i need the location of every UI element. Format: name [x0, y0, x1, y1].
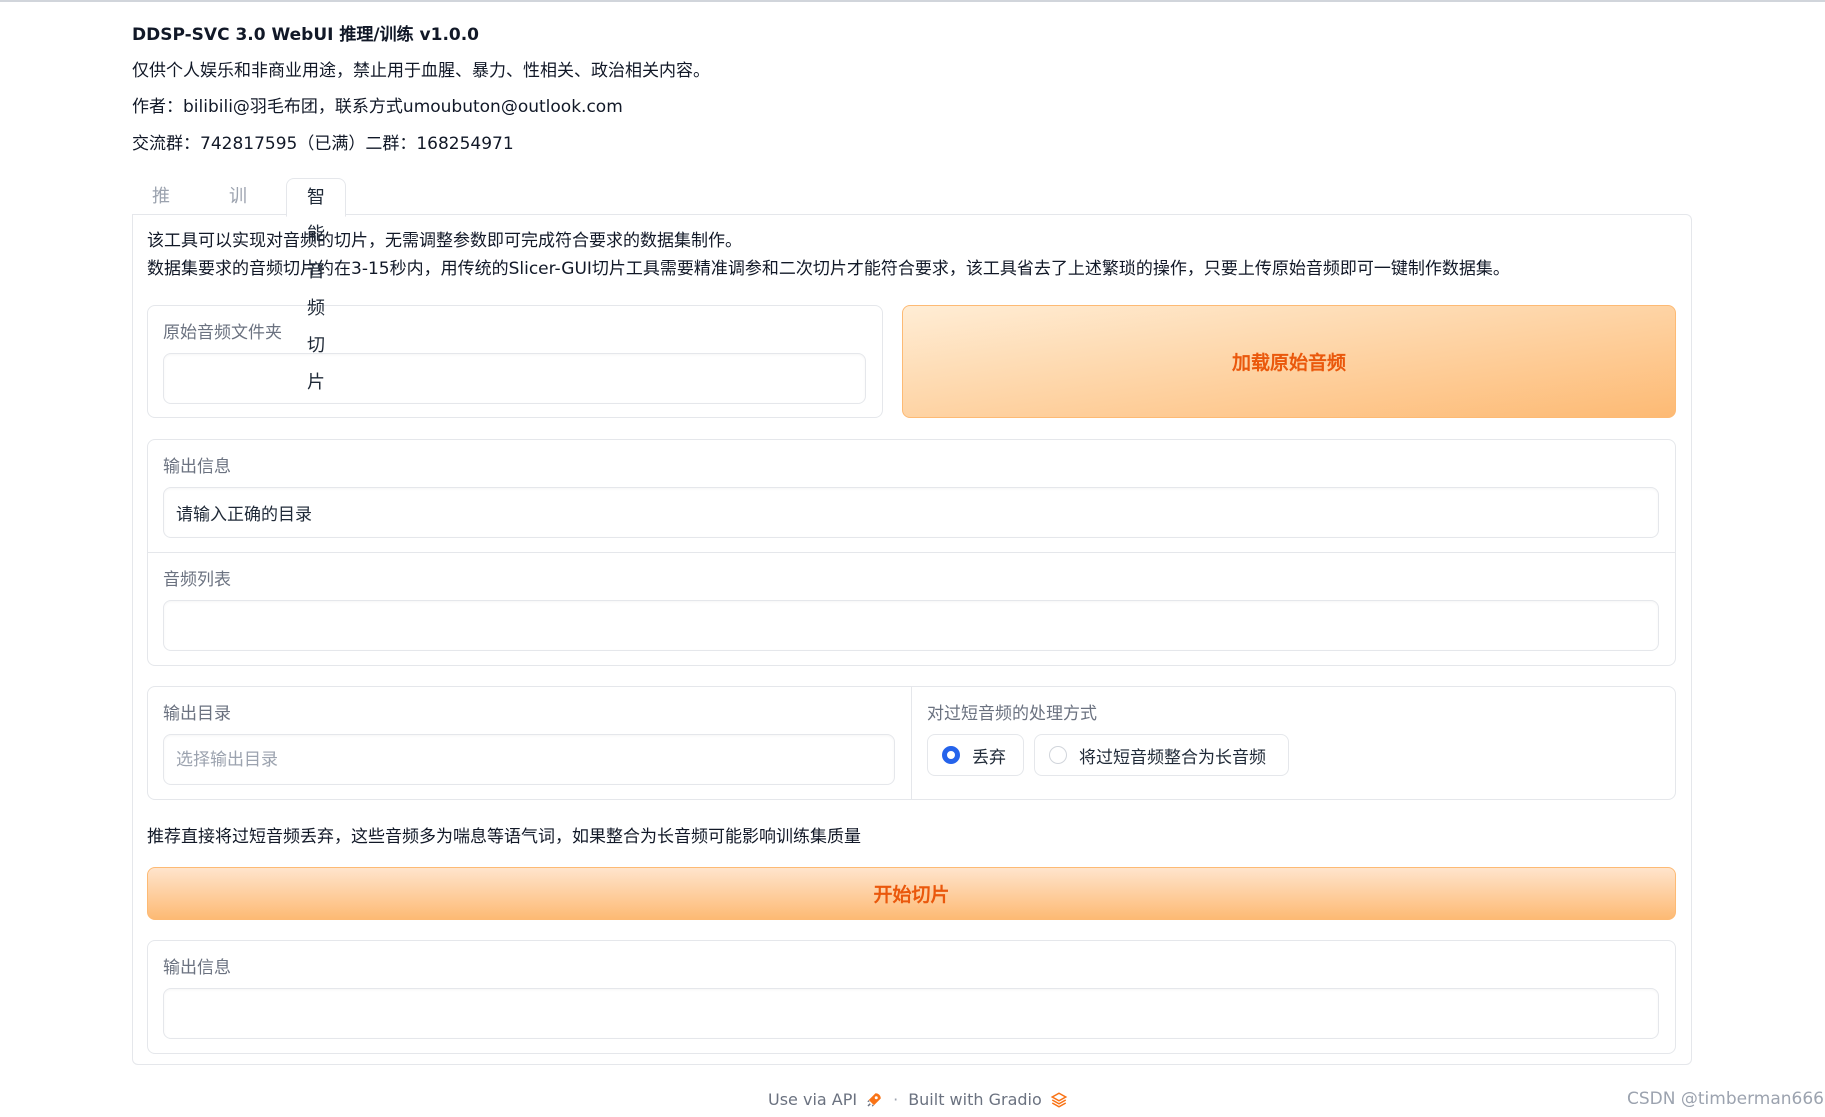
csdn-watermark: CSDN @timberman666: [1627, 1089, 1824, 1109]
use-via-api-link[interactable]: Use via API: [768, 1090, 857, 1109]
output-info-label: 输出信息: [163, 457, 231, 477]
app-title: DDSP-SVC 3.0 WebUI 推理/训练 v1.0.0: [132, 25, 480, 45]
short-audio-label: 对过短音频的处理方式: [927, 704, 1097, 724]
tab-infer[interactable]: 推理: [152, 178, 170, 244]
source-folder-label: 原始音频文件夹: [163, 323, 282, 343]
built-with-gradio-link[interactable]: Built with Gradio: [908, 1090, 1042, 1109]
result-info-label: 输出信息: [163, 958, 231, 978]
tab-train[interactable]: 训练: [229, 178, 247, 244]
radio-checked-icon: [942, 746, 960, 764]
rocket-icon: [867, 1092, 881, 1107]
tool-description-1: 该工具可以实现对音频的切片，无需调整参数即可完成符合要求的数据集制作。: [147, 231, 742, 251]
load-audio-button[interactable]: 加载原始音频: [902, 305, 1676, 418]
result-info-field[interactable]: [163, 988, 1659, 1039]
source-folder-input[interactable]: [163, 353, 866, 404]
tab-smart-slice[interactable]: 智能音频切片: [286, 178, 346, 393]
start-slice-button[interactable]: 开始切片: [147, 867, 1676, 920]
output-info-field[interactable]: [163, 487, 1659, 538]
audio-list-field[interactable]: [163, 600, 1659, 651]
top-border: [0, 0, 1825, 2]
group-info: 交流群：742817595（已满）二群：168254971: [132, 134, 514, 154]
radio-option-label: 将过短音频整合为长音频: [1079, 747, 1266, 768]
footer: Use via API · Built with Gradio: [768, 1090, 1068, 1109]
output-dir-label: 输出目录: [163, 704, 231, 724]
radio-option-merge[interactable]: 将过短音频整合为长音频: [1034, 734, 1289, 776]
radio-option-label: 丢弃: [972, 747, 1006, 768]
block-divider: [148, 552, 1675, 553]
radio-option-discard[interactable]: 丢弃: [927, 734, 1024, 776]
output-dir-input[interactable]: [163, 734, 895, 785]
tool-description-2: 数据集要求的音频切片约在3-15秒内，用传统的Slicer-GUI切片工具需要精…: [147, 259, 1510, 279]
short-audio-hint: 推荐直接将过短音频丢弃，这些音频多为喘息等语气词，如果整合为长音频可能影响训练集…: [147, 827, 861, 847]
options-divider: [911, 687, 912, 799]
gradio-logo-icon: [1050, 1091, 1068, 1108]
radio-unchecked-icon: [1049, 746, 1067, 764]
usage-notice: 仅供个人娱乐和非商业用途，禁止用于血腥、暴力、性相关、政治相关内容。: [132, 61, 710, 81]
footer-separator: ·: [893, 1090, 899, 1109]
gradio-page: DDSP-SVC 3.0 WebUI 推理/训练 v1.0.0 仅供个人娱乐和非…: [0, 0, 1825, 1117]
author-info: 作者：bilibili@羽毛布团，联系方式umoubuton@outlook.c…: [132, 97, 623, 117]
audio-list-label: 音频列表: [163, 570, 231, 590]
